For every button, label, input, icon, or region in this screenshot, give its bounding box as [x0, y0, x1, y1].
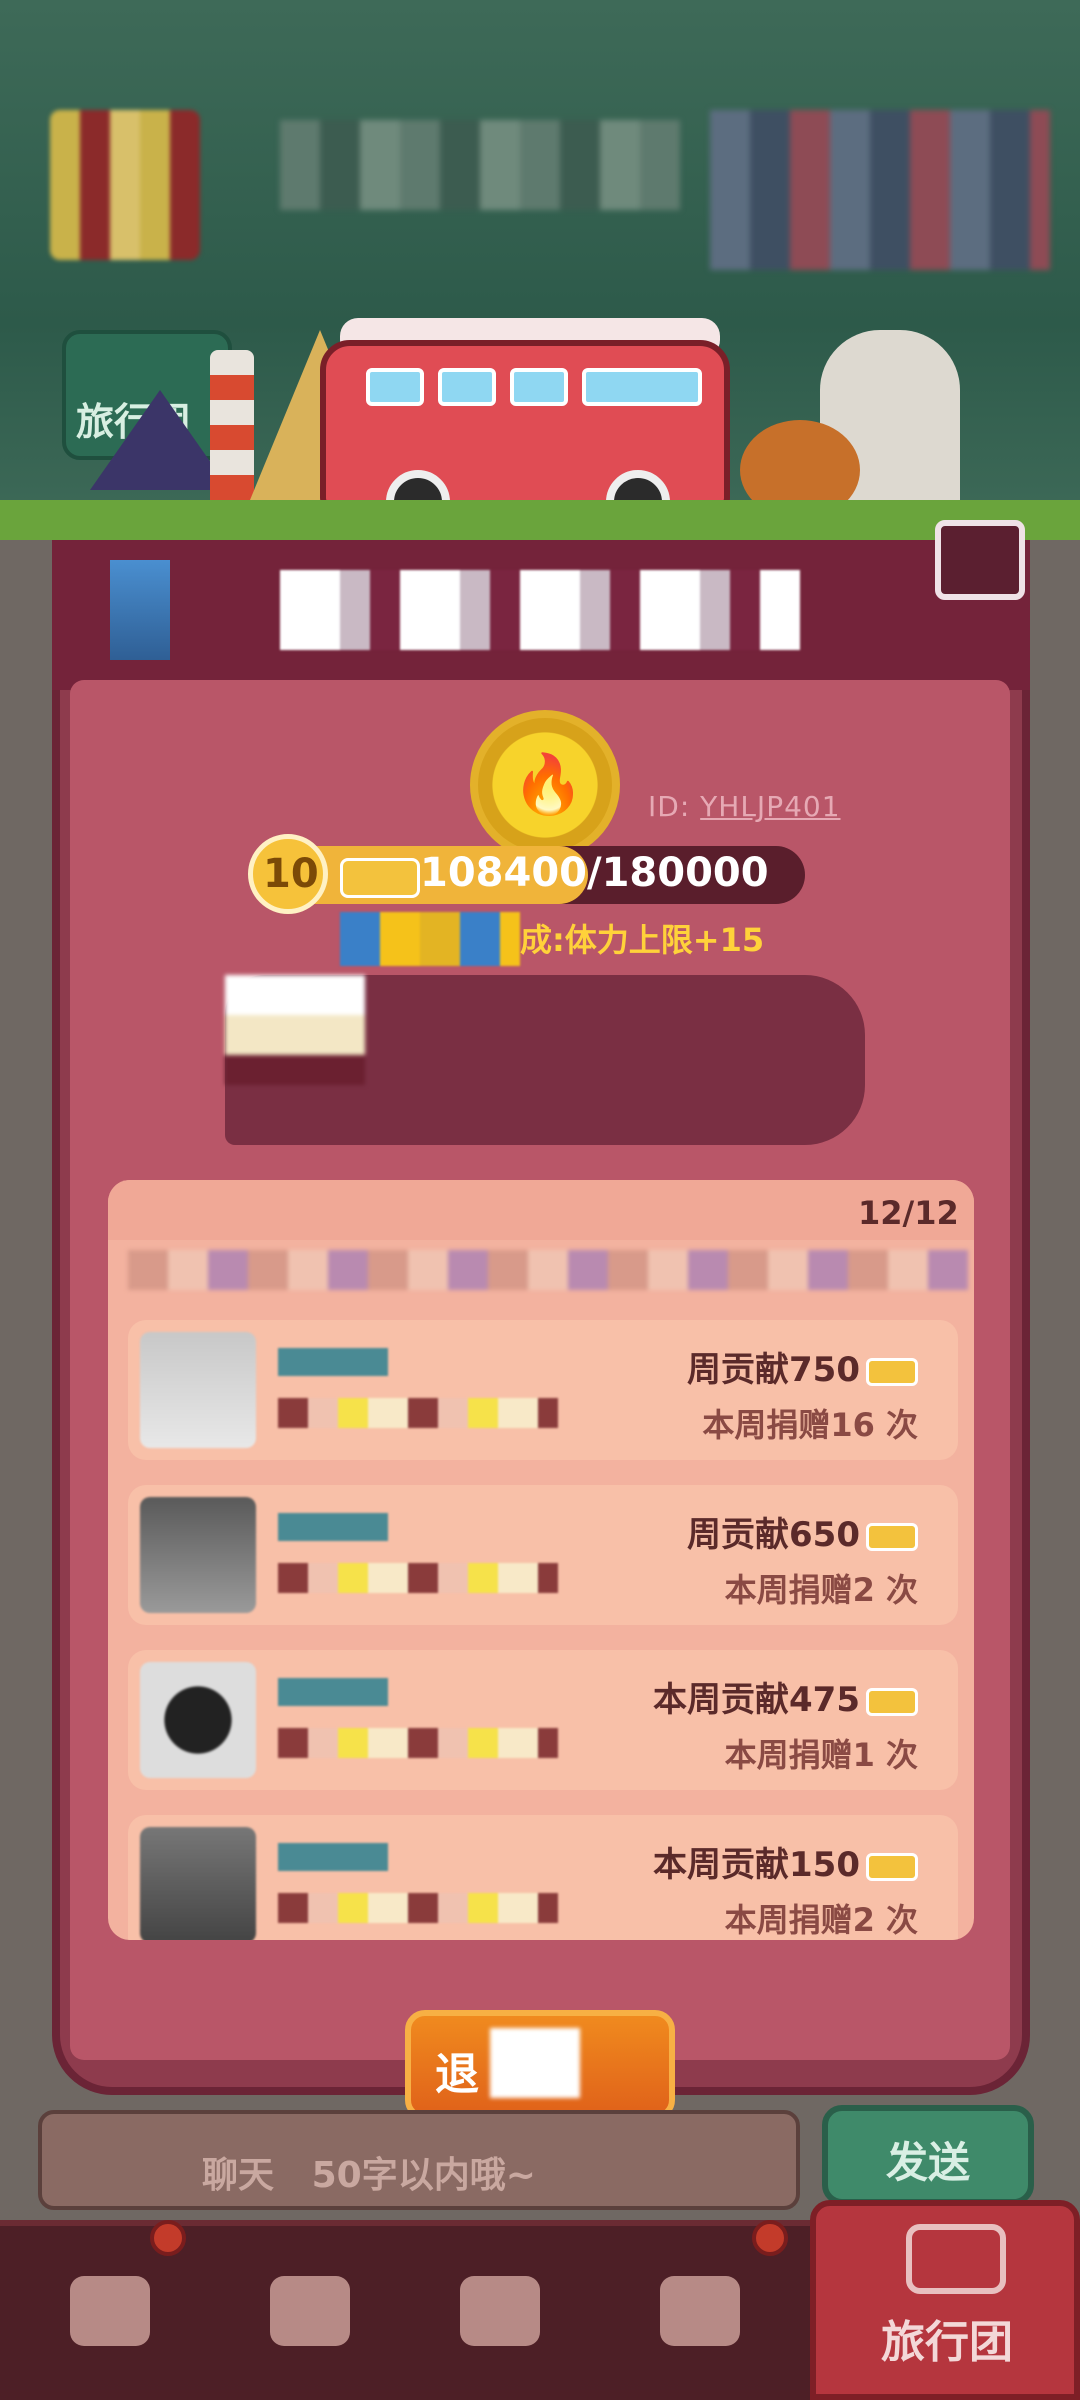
- member-list[interactable]: 12/12 周贡献750 本周捐赠16 次 周贡献650 本周捐赠2 次 本周贡…: [108, 1180, 974, 1940]
- blurred-member-tags: [278, 1728, 558, 1758]
- team-level: 10: [263, 851, 319, 897]
- send-button[interactable]: 发送: [822, 2105, 1034, 2205]
- blurred-info: [710, 110, 1050, 270]
- member-row[interactable]: 周贡献750 本周捐赠16 次: [128, 1320, 958, 1460]
- tab-travel-team[interactable]: 旅行团: [810, 2200, 1080, 2400]
- blurred-member-name: [278, 1678, 388, 1706]
- member-row[interactable]: 周贡献650 本周捐赠2 次: [128, 1485, 958, 1625]
- member-list-header: 12/12: [108, 1180, 974, 1240]
- weekly-contribution: 本周贡献475: [653, 1672, 918, 1721]
- bus-window: [510, 368, 568, 406]
- partial-member-row: [128, 1250, 968, 1290]
- blurred-member-name: [278, 1843, 388, 1871]
- member-avatar: [140, 1827, 256, 1940]
- member-count: 12/12: [858, 1194, 959, 1232]
- blurred-team-name: [280, 570, 800, 650]
- chat-input[interactable]: [38, 2110, 800, 2210]
- grass-ground: [0, 500, 1080, 540]
- blurred-notice-text: [225, 975, 365, 1085]
- send-label: 发送: [886, 2138, 971, 2187]
- blurred-reward-icon: [340, 912, 520, 966]
- blurred-avatar: [50, 110, 200, 260]
- member-row[interactable]: 本周贡献150 本周捐赠2 次: [128, 1815, 958, 1940]
- bus-icon: [906, 2224, 1006, 2294]
- team-id: ID: YHLJP401: [648, 790, 841, 823]
- bus-window: [582, 368, 702, 406]
- ticket-icon: [866, 1522, 918, 1551]
- weekly-contribution: 本周贡献150: [653, 1837, 918, 1886]
- tent-decoration: [90, 390, 230, 490]
- cards-icon: [270, 2276, 350, 2346]
- team-xp-text: 108400/180000: [420, 850, 769, 896]
- level-star-icon: 10: [248, 834, 328, 914]
- tab-cards[interactable]: [220, 2246, 400, 2396]
- level-reward-text: 成:体力上限+15: [520, 921, 765, 959]
- weekly-donations: 本周捐赠2 次: [724, 1901, 918, 1939]
- blurred-member-tags: [278, 1893, 558, 1923]
- bus-illustration: [320, 340, 730, 534]
- tab-travel-team-label: 旅行团: [881, 2317, 1013, 2368]
- ticket-icon: [866, 1357, 918, 1386]
- lighthouse-decoration: [210, 350, 254, 500]
- blurred-member-tags: [278, 1563, 558, 1593]
- member-avatar: [140, 1662, 256, 1778]
- blurred-member-name: [278, 1513, 388, 1541]
- weekly-donations: 本周捐赠16 次: [702, 1406, 918, 1444]
- weekly-donations: 本周捐赠1 次: [724, 1736, 918, 1774]
- team-id-value[interactable]: YHLJP401: [700, 790, 840, 823]
- tab-map[interactable]: [610, 2246, 790, 2396]
- badge-icon: [110, 560, 170, 660]
- gift-icon[interactable]: [935, 520, 1025, 600]
- member-avatar: [140, 1497, 256, 1613]
- member-avatar: [140, 1332, 256, 1448]
- bus-window: [366, 368, 424, 406]
- blurred-player-name: [280, 120, 680, 210]
- weekly-contribution: 周贡献750: [687, 1342, 918, 1391]
- blurred-button-text: [490, 2028, 580, 2098]
- ticket-icon: [340, 858, 420, 898]
- bus-window: [438, 368, 496, 406]
- weekly-donations: 本周捐赠2 次: [724, 1571, 918, 1609]
- weekly-contribution: 周贡献650: [687, 1507, 918, 1556]
- map-pin-icon: [660, 2276, 740, 2346]
- member-row[interactable]: 本周贡献475 本周捐赠1 次: [128, 1650, 958, 1790]
- blurred-member-name: [278, 1348, 388, 1376]
- ticket-icon: [866, 1852, 918, 1881]
- tab-service[interactable]: [410, 2246, 590, 2396]
- ticket-icon: [866, 1687, 918, 1716]
- service-bell-icon: [460, 2276, 540, 2346]
- blurred-member-tags: [278, 1398, 558, 1428]
- bag-icon: [70, 2276, 150, 2346]
- tab-bag[interactable]: [20, 2246, 200, 2396]
- team-campfire-icon: 🔥: [470, 710, 620, 860]
